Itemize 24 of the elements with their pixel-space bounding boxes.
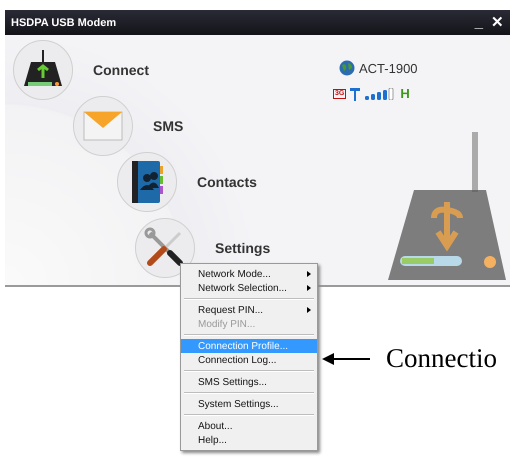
- arrow-icon: [322, 352, 370, 364]
- menu-item[interactable]: Connection Log...: [181, 353, 317, 367]
- close-button[interactable]: ✕: [491, 15, 504, 30]
- menu-item[interactable]: Network Selection...: [181, 281, 317, 295]
- window-title: HSDPA USB Modem: [11, 16, 116, 28]
- nav-link[interactable]: Settings: [215, 240, 270, 256]
- menu-item[interactable]: About...: [181, 419, 317, 433]
- signal-bars-icon: [364, 88, 396, 100]
- menu-item[interactable]: Help...: [181, 433, 317, 447]
- nav-link[interactable]: Connect: [93, 62, 149, 78]
- nav-link[interactable]: SMS: [153, 118, 184, 134]
- network-mode: H: [400, 86, 410, 101]
- minimize-button[interactable]: _: [474, 15, 483, 30]
- address-book-icon: [130, 160, 164, 204]
- menu-item[interactable]: Request PIN...: [181, 303, 317, 317]
- antenna-icon: [350, 86, 360, 100]
- nav-link[interactable]: Contacts: [197, 174, 257, 190]
- menu-item[interactable]: System Settings...: [181, 397, 317, 411]
- menu-item[interactable]: Network Mode...: [181, 267, 317, 281]
- menu-item[interactable]: SMS Settings...: [181, 375, 317, 389]
- operator-name: ACT-1900: [359, 60, 418, 76]
- annotation-text: Connectio: [386, 343, 497, 374]
- envelope-icon: [83, 111, 123, 141]
- globe-icon: [339, 60, 355, 76]
